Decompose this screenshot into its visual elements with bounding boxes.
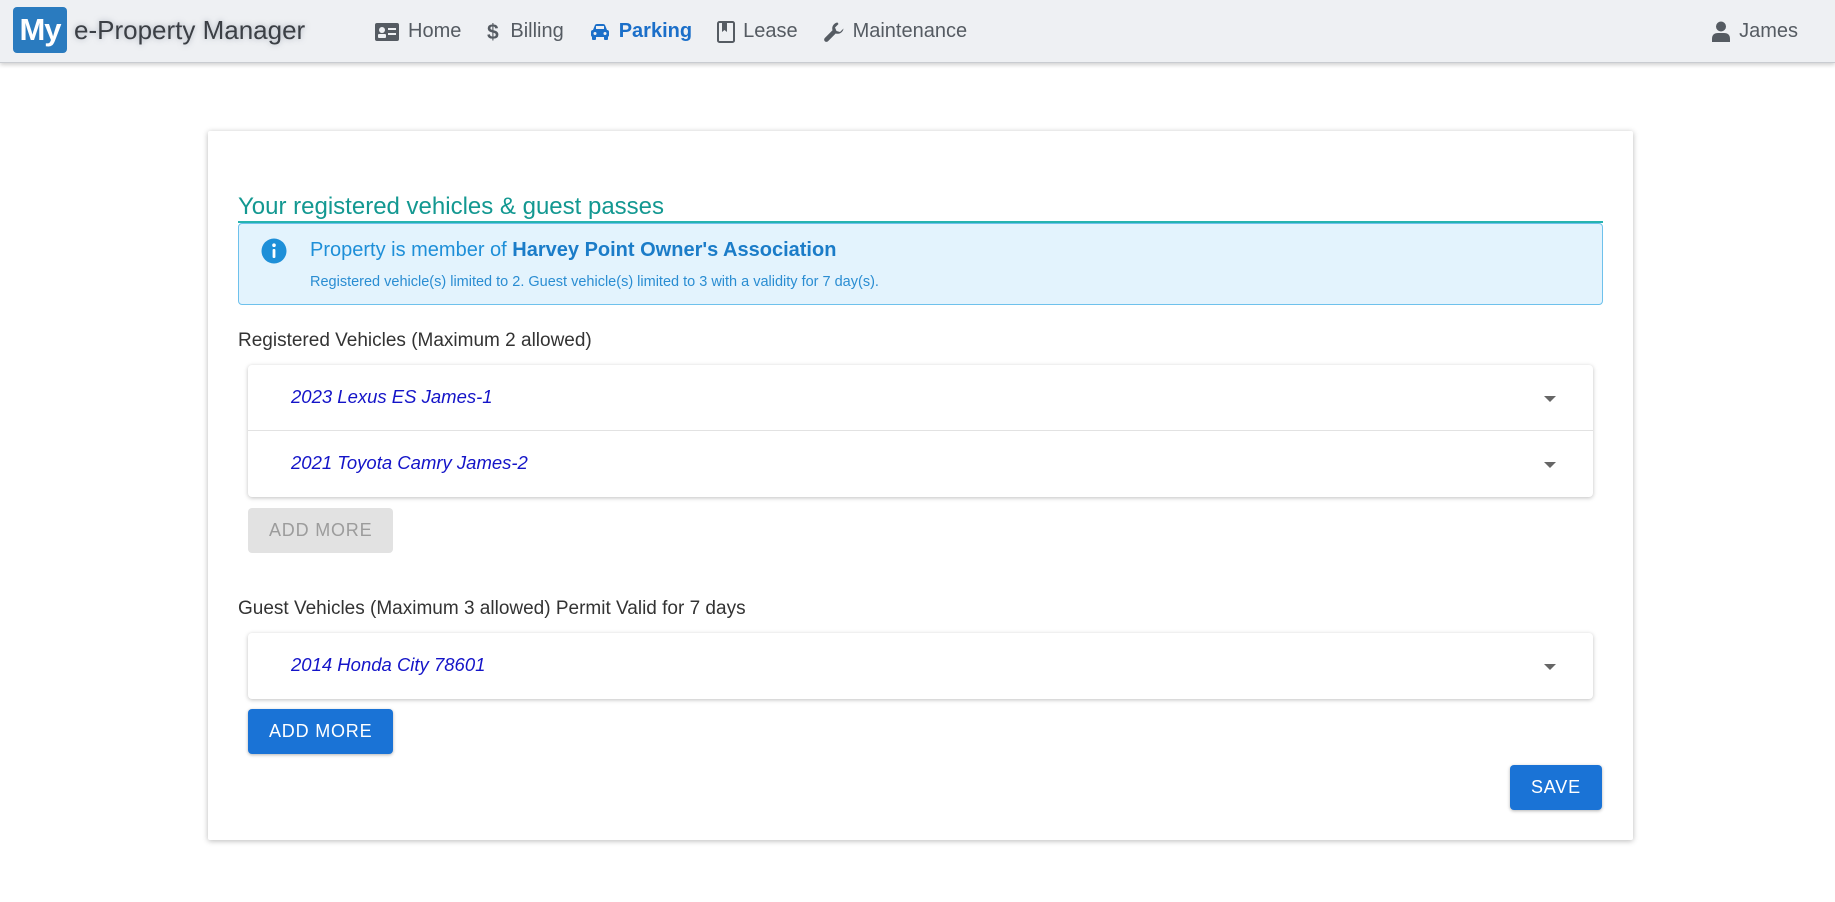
- user-name: James: [1739, 20, 1798, 42]
- add-guest-vehicle-button[interactable]: ADD MORE: [248, 709, 394, 754]
- vehicles-card: Your registered vehicles & guest passes …: [208, 131, 1633, 840]
- page-title: Your registered vehicles & guest passes: [238, 163, 1603, 223]
- app-logo[interactable]: My: [13, 7, 67, 53]
- page-title-text: Your registered vehicles & guest passes: [238, 193, 665, 220]
- alert-prefix: Property is member of: [310, 239, 513, 261]
- nav-billing[interactable]: $ Billing: [486, 20, 563, 43]
- alert-detail: Registered vehicle(s) limited to 2. Gues…: [310, 274, 879, 290]
- guest-vehicle-row[interactable]: 2014 Honda City 78601: [248, 633, 1593, 699]
- registered-vehicles-label: Registered Vehicles (Maximum 2 allowed): [238, 330, 592, 351]
- nav-lease-label: Lease: [743, 20, 798, 42]
- registered-vehicle-row[interactable]: 2021 Toyota Camry James-2: [248, 431, 1593, 497]
- add-registered-vehicle-button[interactable]: ADD MORE: [248, 508, 394, 553]
- wrench-icon: [823, 22, 844, 42]
- vehicle-name: 2023 Lexus ES James-1: [291, 386, 493, 407]
- main-nav: Home $ Billing Parking Lease Maintenance: [374, 0, 992, 63]
- dollar-icon: $: [487, 21, 499, 43]
- info-icon: [261, 238, 287, 264]
- registered-vehicles-list: 2023 Lexus ES James-1 2021 Toyota Camry …: [248, 365, 1593, 497]
- registered-vehicle-row[interactable]: 2023 Lexus ES James-1: [248, 365, 1593, 431]
- nav-home[interactable]: Home: [374, 20, 461, 43]
- user-icon: [1712, 21, 1731, 42]
- user-menu[interactable]: James: [1712, 0, 1798, 63]
- top-navbar: My e-Property Manager Home $ Billing Par…: [0, 0, 1835, 63]
- guest-vehicles-label: Guest Vehicles (Maximum 3 allowed) Permi…: [238, 598, 746, 619]
- alert-headline: Property is member of Harvey Point Owner…: [310, 239, 836, 262]
- vehicle-name: 2014 Honda City 78601: [291, 654, 486, 675]
- guest-vehicles-list: 2014 Honda City 78601: [248, 633, 1593, 699]
- nav-parking[interactable]: Parking: [589, 20, 692, 43]
- vehicle-name: 2021 Toyota Camry James-2: [291, 452, 528, 473]
- chevron-down-icon: [1544, 396, 1556, 402]
- association-name: Harvey Point Owner's Association: [512, 239, 837, 261]
- id-card-icon: [375, 22, 399, 41]
- chevron-down-icon: [1544, 462, 1556, 468]
- nav-maintenance[interactable]: Maintenance: [823, 20, 968, 43]
- nav-parking-label: Parking: [618, 20, 693, 42]
- save-button[interactable]: SAVE: [1510, 765, 1602, 810]
- nav-maintenance-label: Maintenance: [852, 20, 968, 42]
- nav-billing-label: Billing: [510, 20, 564, 42]
- car-icon: [590, 23, 609, 40]
- svg-text:$: $: [487, 21, 499, 43]
- chevron-down-icon: [1544, 664, 1556, 670]
- app-title[interactable]: e-Property Manager: [74, 15, 305, 46]
- association-info-alert: Property is member of Harvey Point Owner…: [238, 223, 1603, 305]
- bookmark-icon: [717, 20, 736, 43]
- nav-home-label: Home: [408, 20, 462, 42]
- nav-lease[interactable]: Lease: [717, 20, 798, 43]
